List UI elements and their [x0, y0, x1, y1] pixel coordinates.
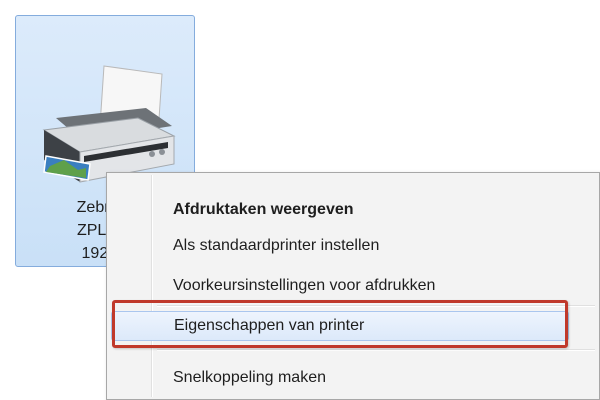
- menu-item-set-default-printer[interactable]: Als standaardprinter instellen: [111, 231, 569, 261]
- menu-item-create-shortcut[interactable]: Snelkoppeling maken: [111, 363, 569, 393]
- menu-item-view-print-jobs[interactable]: Afdruktaken weergeven: [111, 195, 569, 225]
- context-menu: Afdruktaken weergeven Als standaardprint…: [106, 172, 600, 400]
- menu-item-printing-preferences[interactable]: Voorkeursinstellingen voor afdrukken: [111, 271, 569, 301]
- menu-separator: [157, 349, 595, 351]
- printer-icon: [42, 65, 176, 183]
- annotation-highlight-box: [112, 300, 568, 348]
